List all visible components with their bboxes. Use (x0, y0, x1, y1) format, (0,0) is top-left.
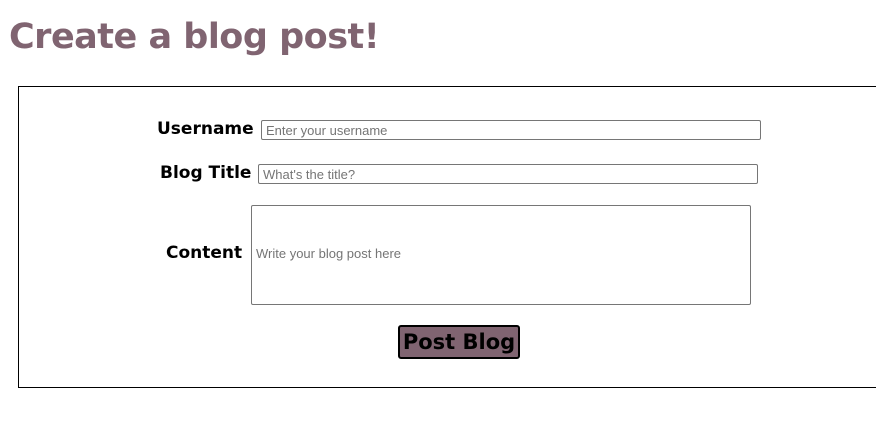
content-label: Content (166, 243, 243, 263)
username-input[interactable] (261, 120, 761, 140)
blog-title-input[interactable] (258, 164, 758, 184)
page-title: Create a blog post! (9, 17, 380, 57)
content-textarea[interactable] (251, 205, 751, 305)
blog-title-label: Blog Title (160, 163, 252, 183)
username-label: Username (157, 119, 254, 139)
post-blog-button[interactable]: Post Blog (398, 325, 520, 359)
